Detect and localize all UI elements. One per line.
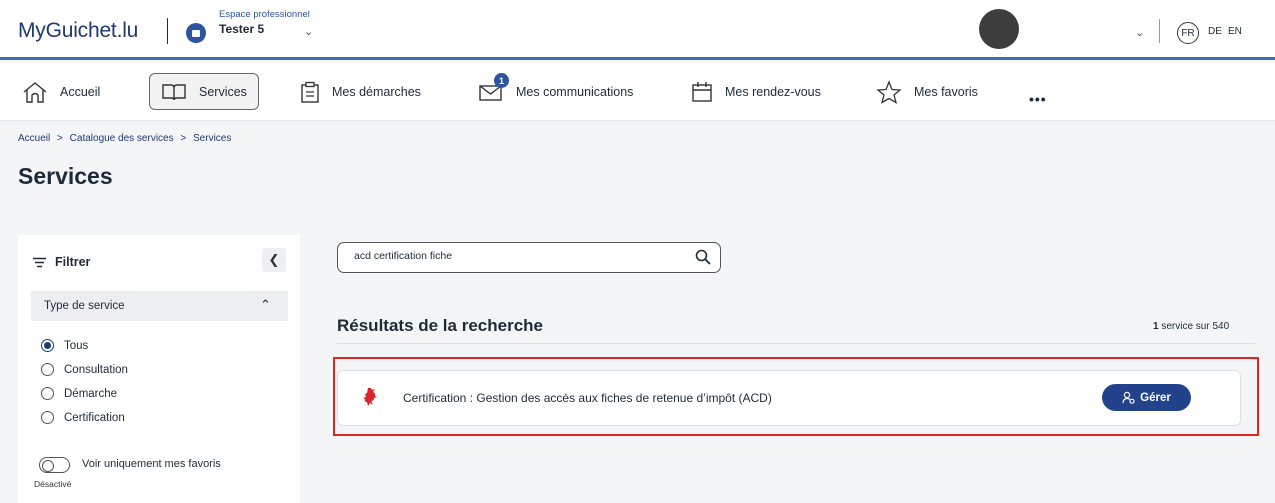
- service-type-title: Type de service: [44, 300, 125, 312]
- radio-button[interactable]: [41, 387, 54, 400]
- header-divider: [167, 18, 168, 44]
- search-icon[interactable]: [695, 249, 711, 265]
- manage-button-label: Gérer: [1140, 391, 1171, 404]
- nav-label: Mes démarches: [332, 85, 421, 99]
- main-navigation: Accueil Services Mes démarches Mes commu…: [0, 63, 1275, 121]
- breadcrumb-separator: >: [57, 133, 63, 144]
- radio-demarche[interactable]: Démarche: [41, 387, 117, 400]
- nav-item-mes-favoris[interactable]: Mes favoris: [876, 63, 978, 121]
- star-icon: [876, 80, 902, 104]
- manage-button[interactable]: Gérer: [1102, 384, 1191, 411]
- breadcrumb: Accueil > Catalogue des services > Servi…: [18, 133, 235, 144]
- avatar[interactable]: [979, 9, 1019, 49]
- radio-consultation[interactable]: Consultation: [41, 363, 128, 376]
- nav-item-services[interactable]: Services: [161, 63, 247, 121]
- space-user-name[interactable]: Tester 5: [219, 22, 264, 36]
- radio-certification[interactable]: Certification: [41, 411, 125, 424]
- nav-label: Accueil: [60, 85, 101, 99]
- language-divider: [1159, 19, 1160, 43]
- filter-panel: Filtrer ❮ Type de service ⌃ Tous Consult…: [18, 235, 300, 503]
- results-count-text: service sur 540: [1158, 321, 1230, 332]
- chevron-down-icon[interactable]: ⌄: [304, 25, 313, 38]
- favorites-toggle[interactable]: [39, 457, 70, 473]
- favorites-toggle-state: Désactivé: [34, 479, 72, 489]
- nav-item-mes-rendez-vous[interactable]: Mes rendez-vous: [691, 63, 821, 121]
- filter-icon: [33, 257, 46, 267]
- chevron-up-icon: ⌃: [260, 297, 271, 312]
- radio-label: Consultation: [64, 363, 128, 376]
- breadcrumb-separator: >: [180, 133, 187, 144]
- radio-tous[interactable]: Tous: [41, 339, 88, 352]
- professional-space-icon[interactable]: [186, 23, 206, 43]
- home-icon: [23, 82, 47, 103]
- top-header: MyGuichet.lu Espace professionnel Tester…: [0, 0, 1275, 60]
- nav-item-mes-communications[interactable]: Mes communications: [478, 63, 633, 121]
- nav-label: Mes rendez-vous: [725, 85, 821, 99]
- chevron-down-icon[interactable]: ⌄: [1135, 26, 1144, 39]
- nav-label: Mes communications: [516, 85, 634, 99]
- nav-item-accueil[interactable]: Accueil: [22, 63, 100, 121]
- space-label[interactable]: Espace professionnel: [219, 9, 310, 20]
- filter-header: Filtrer: [33, 255, 90, 269]
- results-title: Résultats de la recherche: [337, 316, 543, 335]
- radio-label: Démarche: [64, 387, 118, 400]
- site-logo[interactable]: MyGuichet.lu: [18, 19, 138, 43]
- results-divider: [337, 343, 1255, 344]
- book-icon: [162, 84, 186, 101]
- breadcrumb-catalogue[interactable]: Catalogue des services: [70, 133, 174, 144]
- user-gear-icon: [1122, 391, 1135, 404]
- search-box: [337, 242, 721, 273]
- radio-label: Certification: [64, 411, 125, 424]
- breadcrumb-services[interactable]: Services: [193, 133, 231, 144]
- more-menu-icon[interactable]: •••: [1029, 91, 1047, 107]
- language-de[interactable]: DE: [1208, 26, 1222, 37]
- chevron-left-icon: ❮: [268, 252, 280, 267]
- collapse-filter-button[interactable]: ❮: [262, 248, 286, 272]
- radio-button[interactable]: [41, 363, 54, 376]
- service-type-accordion[interactable]: Type de service ⌃: [31, 291, 288, 321]
- luxembourg-lion-icon: [363, 387, 377, 406]
- filter-title: Filtrer: [55, 255, 91, 269]
- radio-button[interactable]: [41, 339, 54, 352]
- language-fr[interactable]: FR: [1177, 22, 1199, 44]
- language-en[interactable]: EN: [1228, 26, 1242, 37]
- notification-badge: 1: [494, 73, 509, 88]
- clipboard-icon: [301, 81, 319, 103]
- list-item[interactable]: Certification : Gestion des accès aux fi…: [337, 370, 1241, 426]
- nav-label: Services: [199, 85, 247, 99]
- result-title[interactable]: Certification : Gestion des accès aux fi…: [403, 391, 772, 405]
- radio-label: Tous: [64, 339, 89, 352]
- results-count: 1 service sur 540: [1153, 321, 1229, 332]
- radio-button[interactable]: [41, 411, 54, 424]
- breadcrumb-accueil[interactable]: Accueil: [18, 133, 50, 144]
- favorites-toggle-label: Voir uniquement mes favoris: [82, 458, 221, 470]
- nav-item-mes-demarches[interactable]: Mes démarches: [300, 63, 421, 121]
- calendar-icon: [692, 82, 712, 102]
- page-title: Services: [18, 163, 113, 189]
- nav-label: Mes favoris: [914, 85, 978, 99]
- search-input[interactable]: [354, 250, 674, 262]
